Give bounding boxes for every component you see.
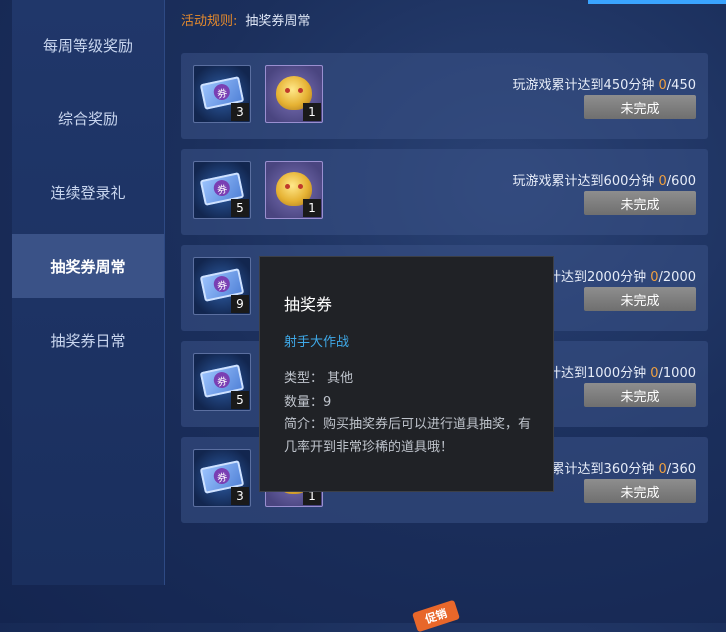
item-count: 3 (231, 487, 249, 505)
task-row: 券 5 1 玩游戏累计达到600分钟 0/600 未完成 (181, 149, 708, 235)
progress-target: /360 (666, 462, 696, 477)
item-tooltip: 抽奖券 射手大作战 类型： 其他 数量：9 简介：购买抽奖券后可以进行道具抽奖，… (259, 256, 554, 492)
progress-current: 0 (650, 270, 659, 285)
lottery-ticket-item[interactable]: 券 5 (193, 353, 251, 411)
sidebar-item-label: 综合奖励 (57, 109, 118, 128)
sidebar-item-consecutive-login[interactable]: 连续登录礼 (12, 160, 164, 224)
status-button[interactable]: 未完成 (584, 95, 696, 119)
ticket-glyph: 券 (212, 274, 232, 294)
status-button[interactable]: 未完成 (584, 479, 696, 503)
condition-text: 玩游戏累计达到450分钟 (512, 78, 655, 93)
activity-rules: 活动规则: 抽奖券周常 (181, 10, 310, 29)
lottery-ticket-item[interactable]: 券 3 (193, 65, 251, 123)
lottery-ticket-item[interactable]: 券 3 (193, 449, 251, 507)
tooltip-description: 简介：购买抽奖券后可以进行道具抽奖，有几率开到非常珍稀的道具哦！ (284, 417, 532, 455)
condition-text: 计达到2000分钟 (548, 270, 647, 285)
task-condition: 计达到1000分钟 0/1000 (548, 362, 696, 381)
top-accent-bar (588, 0, 726, 4)
sale-badge[interactable]: 促销 (411, 599, 461, 632)
sidebar-item-comprehensive-reward[interactable]: 综合奖励 (12, 86, 164, 150)
ticket-glyph: 券 (212, 82, 232, 102)
condition-text: 玩游戏累计达到600分钟 (512, 174, 655, 189)
sidebar-item-label: 每周等级奖励 (42, 36, 133, 55)
item-count: 3 (231, 103, 249, 121)
rules-value: 抽奖券周常 (245, 14, 311, 29)
progress-target: /600 (666, 174, 696, 189)
ticket-glyph: 券 (212, 466, 232, 486)
condition-text: 计达到1000分钟 (548, 366, 647, 381)
progress-current: 0 (650, 366, 659, 381)
sidebar-item-label: 抽奖券周常 (50, 257, 126, 276)
gold-trophy-item[interactable]: 1 (265, 161, 323, 219)
lottery-ticket-item[interactable]: 券 9 (193, 257, 251, 315)
status-button[interactable]: 未完成 (584, 191, 696, 215)
sidebar-item-weekly-level-reward[interactable]: 每周等级奖励 (12, 13, 164, 77)
condition-text: 累计达到360分钟 (551, 462, 655, 477)
sidebar-item-lottery-weekly[interactable]: 抽奖券周常 (12, 234, 164, 298)
progress-current: 0 (658, 462, 667, 477)
rules-key: 活动规则: (181, 14, 238, 29)
task-condition: 玩游戏累计达到450分钟 0/450 (513, 74, 696, 93)
sidebar: 每周等级奖励 综合奖励 连续登录礼 抽奖券周常 抽奖券日常 (12, 0, 164, 585)
tooltip-source: 射手大作战 (284, 335, 350, 350)
task-condition: 累计达到360分钟 0/360 (552, 458, 696, 477)
tooltip-title: 抽奖券 (284, 295, 333, 314)
tooltip-type: 类型： 其他 (284, 371, 354, 386)
item-count: 1 (303, 103, 321, 121)
item-count: 5 (231, 391, 249, 409)
item-count: 1 (303, 199, 321, 217)
item-count: 9 (231, 295, 249, 313)
item-count: 5 (231, 199, 249, 217)
sidebar-divider (164, 0, 165, 585)
status-button[interactable]: 未完成 (584, 383, 696, 407)
status-button[interactable]: 未完成 (584, 287, 696, 311)
progress-target: /2000 (658, 270, 696, 285)
progress-target: /450 (666, 78, 696, 93)
task-condition: 玩游戏累计达到600分钟 0/600 (513, 170, 696, 189)
progress-current: 0 (658, 78, 667, 93)
lottery-ticket-item[interactable]: 券 5 (193, 161, 251, 219)
gold-trophy-item[interactable]: 1 (265, 65, 323, 123)
sidebar-item-label: 抽奖券日常 (50, 331, 126, 350)
ticket-glyph: 券 (212, 178, 232, 198)
tooltip-quantity: 数量：9 (284, 395, 332, 410)
sidebar-item-label: 连续登录礼 (50, 183, 126, 202)
progress-current: 0 (658, 174, 667, 189)
task-row: 券 3 1 玩游戏累计达到450分钟 0/450 未完成 (181, 53, 708, 139)
sidebar-item-lottery-daily[interactable]: 抽奖券日常 (12, 308, 164, 372)
progress-target: /1000 (658, 366, 696, 381)
task-condition: 计达到2000分钟 0/2000 (548, 266, 696, 285)
ticket-glyph: 券 (212, 370, 232, 390)
